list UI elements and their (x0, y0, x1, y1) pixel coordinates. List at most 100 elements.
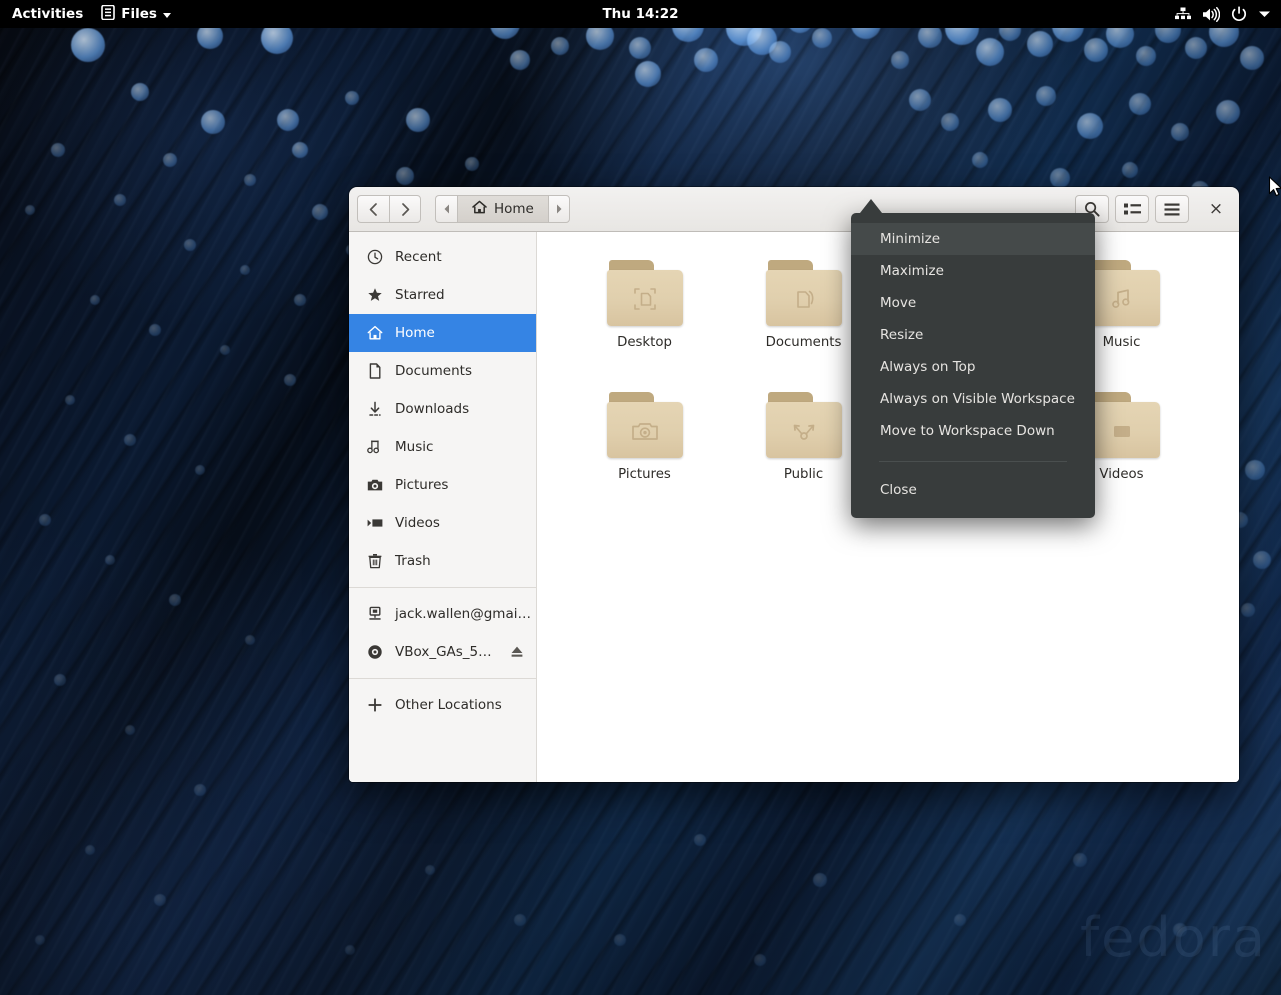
share-emblem (764, 406, 844, 456)
disc-icon (367, 644, 383, 660)
window-menu-arrow (860, 199, 882, 213)
gnome-top-bar: Activities Files Thu 14:22 (0, 0, 1281, 28)
pathbar-scroll-left-button[interactable] (435, 195, 457, 223)
menu-item-label: Move (880, 295, 917, 311)
view-toggle-button[interactable] (1115, 195, 1149, 223)
window-header-bar: Home × (349, 187, 1239, 232)
download-icon (367, 401, 383, 417)
file-label: Public (783, 467, 824, 482)
sidebar-item-label: Pictures (395, 477, 449, 493)
menu-item-resize[interactable]: Resize (851, 319, 1095, 351)
menu-item-label: Resize (880, 327, 924, 343)
folder-icon (764, 260, 844, 326)
app-menu-files[interactable]: Files (95, 4, 177, 24)
chevron-down-icon[interactable] (1258, 10, 1271, 19)
file-label: Videos (1099, 467, 1144, 482)
file-label: Desktop (617, 335, 672, 350)
sidebar-mount-label: VBox_GAs_5… (395, 644, 492, 660)
menu-item-always-on-top[interactable]: Always on Top (851, 351, 1095, 383)
sidebar-item-other-locations[interactable]: Other Locations (349, 686, 536, 724)
music-icon (367, 439, 383, 455)
activities-button[interactable]: Activities (0, 6, 95, 22)
window-context-menu: Minimize Maximize Move Resize Always on … (851, 213, 1095, 518)
sidebar-separator (349, 587, 536, 588)
document-icon (367, 363, 383, 379)
menu-item-label: Minimize (880, 231, 940, 247)
sidebar-item-label: Trash (395, 553, 431, 569)
chevron-down-icon (162, 12, 171, 18)
menu-item-always-on-visible-workspace[interactable]: Always on Visible Workspace (851, 383, 1095, 415)
clock-area: Thu 14:22 (0, 6, 1281, 22)
sidebar-item-home[interactable]: Home (349, 314, 536, 352)
sidebar-item-documents[interactable]: Documents (349, 352, 536, 390)
home-icon (472, 200, 487, 218)
sidebar-item-label: Music (395, 439, 434, 455)
menu-item-minimize[interactable]: Minimize (851, 223, 1095, 255)
menu-item-move-to-workspace-down[interactable]: Move to Workspace Down (851, 415, 1095, 447)
folder-icon (605, 392, 685, 458)
main-menu-button[interactable] (1155, 195, 1189, 223)
file-label: Music (1102, 335, 1141, 350)
folder-icon (764, 392, 844, 458)
home-icon (367, 325, 383, 341)
file-item[interactable]: Pictures (565, 386, 724, 518)
sidebar-item-pictures[interactable]: Pictures (349, 466, 536, 504)
power-icon[interactable] (1231, 6, 1247, 22)
sidebar-item-downloads[interactable]: Downloads (349, 390, 536, 428)
close-window-button[interactable]: × (1201, 194, 1231, 224)
file-label: Pictures (618, 467, 671, 482)
fedora-watermark: fedora (1080, 906, 1267, 969)
system-tray (1175, 6, 1281, 22)
sidebar-item-label: Recent (395, 249, 442, 265)
header-actions: × (1075, 194, 1231, 224)
sidebar-item-music[interactable]: Music (349, 428, 536, 466)
sidebar-separator-2 (349, 678, 536, 679)
network-computer-icon (367, 606, 383, 622)
clock-label[interactable]: Thu 14:22 (602, 6, 678, 22)
menu-item-close[interactable]: Close (851, 474, 1095, 506)
sidebar-mount-0[interactable]: jack.wallen@gmai… (349, 595, 536, 633)
camera-icon (367, 477, 383, 493)
menu-item-label: Maximize (880, 263, 944, 279)
video-icon (367, 515, 383, 531)
back-button[interactable] (357, 195, 389, 223)
breadcrumb-home[interactable]: Home (457, 195, 548, 223)
menu-item-label: Close (880, 482, 917, 498)
network-wired-icon[interactable] (1175, 7, 1191, 21)
sidebar-item-label: Downloads (395, 401, 470, 417)
sidebar-item-label: Home (395, 325, 435, 341)
plus-icon (367, 697, 383, 713)
menu-item-label: Always on Top (880, 359, 976, 375)
path-bar: Home (435, 195, 570, 223)
folder-icon (605, 260, 685, 326)
menu-separator (879, 461, 1067, 462)
sidebar-item-videos[interactable]: Videos (349, 504, 536, 542)
menu-item-label: Always on Visible Workspace (880, 391, 1075, 407)
clock-icon (367, 249, 383, 265)
sidebar-item-trash[interactable]: Trash (349, 542, 536, 580)
sidebar-item-label: Starred (395, 287, 445, 303)
files-window: Home × Recent Starred Home Documents Dow… (349, 187, 1239, 782)
documents-emblem (764, 274, 844, 324)
places-sidebar: Recent Starred Home Documents Downloads … (349, 232, 537, 782)
sidebar-item-starred[interactable]: Starred (349, 276, 536, 314)
pathbar-scroll-right-button[interactable] (547, 195, 570, 223)
desktop-emblem (605, 274, 685, 324)
sidebar-item-recent[interactable]: Recent (349, 238, 536, 276)
file-label: Documents (765, 335, 842, 350)
file-item[interactable]: Desktop (565, 254, 724, 386)
forward-button[interactable] (389, 195, 421, 223)
star-icon (367, 287, 383, 303)
sidebar-item-label: Other Locations (395, 697, 502, 713)
app-menu-label: Files (121, 6, 157, 22)
volume-icon[interactable] (1202, 6, 1220, 22)
sidebar-mount-1[interactable]: VBox_GAs_5… (349, 633, 536, 671)
nav-buttons (357, 195, 421, 223)
sidebar-mount-label: jack.wallen@gmai… (395, 606, 531, 622)
eject-icon[interactable] (508, 643, 526, 661)
sidebar-item-label: Documents (395, 363, 472, 379)
menu-item-maximize[interactable]: Maximize (851, 255, 1095, 287)
camera-emblem (605, 406, 685, 456)
menu-item-move[interactable]: Move (851, 287, 1095, 319)
window-body: Recent Starred Home Documents Downloads … (349, 232, 1239, 782)
